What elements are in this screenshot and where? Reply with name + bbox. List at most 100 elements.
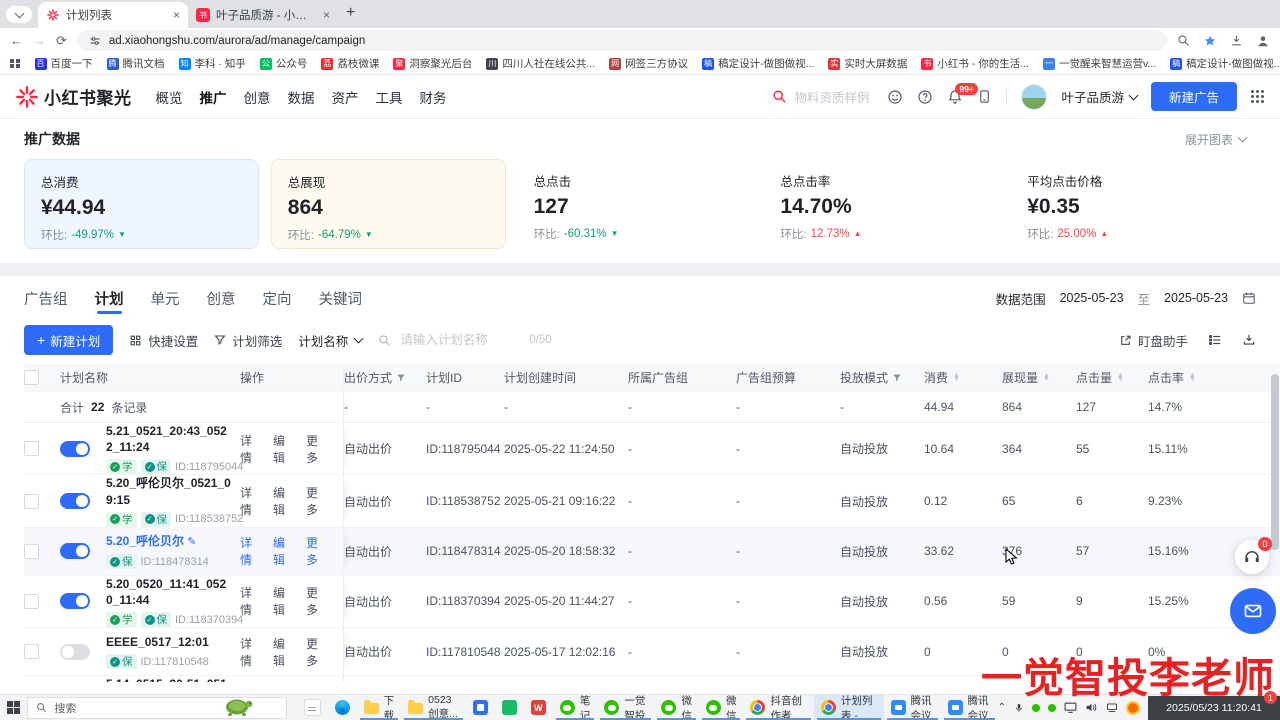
download-icon[interactable] [1230, 34, 1243, 47]
action-详情[interactable]: 详情 [240, 635, 261, 669]
action-详情[interactable]: 详情 [240, 584, 261, 618]
taskbar-app-微信[interactable]: 微信 [699, 695, 744, 720]
plan-name[interactable]: 5.20_呼伦贝尔 ✎ [106, 533, 209, 550]
avatar[interactable] [1021, 84, 1047, 110]
nav-item-资产[interactable]: 资产 [332, 87, 359, 107]
plan-toggle[interactable] [60, 493, 90, 509]
help-icon[interactable] [917, 89, 933, 105]
table-row[interactable]: 5.21_0521_20:43_0522_11:24✓学✓保ID:1187950… [24, 423, 1280, 475]
bookmark-item[interactable]: 公公众号 [253, 56, 315, 71]
table-row[interactable]: 5.20_呼伦贝尔 ✎✓保ID:118478314详情编辑更多自动出价ID:11… [24, 528, 1280, 576]
tab-search-button[interactable] [6, 6, 32, 23]
new-tab-button[interactable]: + [346, 4, 355, 22]
wechat-tray-icon[interactable] [1048, 704, 1056, 712]
action-详情[interactable]: 详情 [240, 432, 261, 466]
plan-search-input[interactable] [398, 332, 522, 348]
action-编辑[interactable]: 编辑 [273, 584, 294, 618]
nav-item-数据[interactable]: 数据 [288, 87, 315, 107]
bookmark-item[interactable]: 实实时大屏数据 [821, 56, 914, 71]
expand-chart-link[interactable]: 展开图表 [1185, 131, 1246, 148]
tab-关键词[interactable]: 关键词 [319, 276, 363, 320]
account-menu[interactable]: 叶子品质游 [1061, 87, 1137, 106]
stat-card[interactable]: 总点击率14.70%环比:12.73%▲ [764, 159, 999, 247]
table-row[interactable]: 5.20_0520_11:41_0520_11:44✓学✓保ID:1183703… [24, 576, 1280, 628]
tab-广告组[interactable]: 广告组 [24, 276, 68, 320]
new-plan-button[interactable]: +新建计划 [24, 325, 113, 355]
start-button[interactable] [0, 695, 27, 720]
profile-icon[interactable] [1256, 34, 1270, 48]
mobile-device-icon[interactable] [977, 89, 992, 104]
new-ad-button[interactable]: 新建广告 [1151, 82, 1237, 111]
stat-card[interactable]: 平均点击价格¥0.35环比:25.00%▲ [1011, 159, 1246, 247]
action-编辑[interactable]: 编辑 [273, 534, 294, 568]
taskbar-app-0523创意...[interactable]: 0523创意... [401, 695, 466, 720]
wechat-tray-icon[interactable] [1032, 704, 1040, 712]
quick-settings-button[interactable]: 快捷设置 [129, 331, 198, 350]
action-编辑[interactable]: 编辑 [273, 635, 294, 669]
date-end[interactable]: 2025-05-23 [1164, 291, 1228, 305]
header-search[interactable]: 物料资质样例 [772, 87, 873, 106]
action-编辑[interactable]: 编辑 [273, 484, 294, 518]
taskbar-app-greenapp[interactable] [495, 695, 524, 720]
apps-shortcut-icon[interactable] [10, 59, 20, 69]
feedback-smiley-icon[interactable] [887, 89, 903, 105]
taskbar-app-腾讯会议[interactable]: 腾讯会议 [884, 695, 941, 720]
nav-item-推广[interactable]: 推广 [200, 87, 227, 107]
row-checkbox[interactable] [24, 494, 39, 509]
browser-tab[interactable]: 书叶子品质游 - 小红书搜索× [188, 2, 338, 28]
apps-grid-icon[interactable] [1251, 90, 1264, 103]
plan-toggle[interactable] [60, 543, 90, 559]
app-logo[interactable]: 小红书聚光 [16, 84, 132, 109]
taskbar-app-edge[interactable] [328, 695, 357, 720]
bookmark-item[interactable]: 川四川人社在线公共... [479, 56, 602, 71]
nav-item-概览[interactable]: 概览 [156, 87, 183, 107]
filter-funnel-icon[interactable] [396, 373, 406, 383]
taskbar-app-下载[interactable]: 下载 [357, 695, 402, 720]
action-更多[interactable]: 更多 [306, 432, 327, 466]
table-row[interactable]: 5.20_呼伦贝尔_0521_09:15✓学✓保ID:118538752详情编辑… [24, 475, 1280, 527]
taskbar-search[interactable]: 搜索 [27, 697, 286, 719]
back-button[interactable]: ← [10, 34, 23, 47]
action-编辑[interactable]: 编辑 [273, 432, 294, 466]
bookmark-item[interactable]: 聚洞察聚光后台 [386, 56, 479, 71]
url-bar[interactable]: ad.xiaohongshu.com/aurora/ad/manage/camp… [77, 30, 1167, 51]
taskbar-app-抖音创作者...[interactable]: 抖音创作者... [743, 695, 813, 720]
bookmark-item[interactable]: 稿稿定设计-做图做视... [1163, 56, 1280, 71]
forward-button[interactable]: → [33, 34, 46, 47]
sort-icon[interactable]: ▲▼ [1189, 374, 1196, 382]
stat-card[interactable]: 总展现864环比:-64.79%▼ [271, 159, 506, 249]
action-详情[interactable]: 详情 [240, 484, 261, 518]
filter-funnel-icon[interactable] [892, 373, 902, 383]
nav-item-工具[interactable]: 工具 [376, 87, 403, 107]
row-checkbox[interactable] [24, 594, 39, 609]
row-checkbox[interactable] [24, 644, 39, 659]
tab-close-icon[interactable]: × [173, 9, 180, 21]
plan-toggle[interactable] [60, 644, 90, 660]
action-详情[interactable]: 详情 [240, 534, 261, 568]
taskbar-app-计划列表 - ...[interactable]: 计划列表 - ... [814, 695, 884, 720]
bookmark-item[interactable]: 荔荔枝微课 [314, 56, 386, 71]
date-range-picker[interactable]: 数据范围 2025-05-23 至 2025-05-23 [996, 289, 1256, 308]
message-mail-button[interactable] [1230, 588, 1276, 634]
taskbar-app-笔记[interactable]: 笔记 [553, 695, 598, 720]
taskbar-app-微信[interactable]: 微信 [654, 695, 699, 720]
nav-item-财务[interactable]: 财务 [420, 87, 447, 107]
bookmark-item[interactable]: 稿稿定设计-做图做视... [695, 56, 821, 71]
plan-toggle[interactable] [60, 593, 90, 609]
plan-filter-button[interactable]: 计划筛选 [214, 331, 282, 350]
action-更多[interactable]: 更多 [306, 635, 327, 669]
tab-计划[interactable]: 计划 [95, 276, 124, 320]
bookmark-item[interactable]: 网网签三方协议 [602, 56, 695, 71]
select-all-checkbox[interactable] [24, 370, 39, 385]
row-checkbox[interactable] [24, 441, 39, 456]
vertical-scrollbar[interactable] [1271, 374, 1279, 550]
action-更多[interactable]: 更多 [306, 584, 327, 618]
monitor-assistant-link[interactable]: 盯盘助手 [1119, 331, 1188, 350]
stat-card[interactable]: 总点击127环比:-60.31%▼ [518, 159, 753, 247]
taskbar-app-一觉智投[interactable]: 一觉智投 [597, 695, 654, 720]
column-settings-icon[interactable] [1208, 333, 1222, 347]
bookmark-item[interactable]: 百百度一下 [28, 56, 100, 71]
action-更多[interactable]: 更多 [306, 534, 327, 568]
export-download-icon[interactable] [1242, 333, 1256, 347]
search-field-select[interactable]: 计划名称 [298, 331, 362, 350]
